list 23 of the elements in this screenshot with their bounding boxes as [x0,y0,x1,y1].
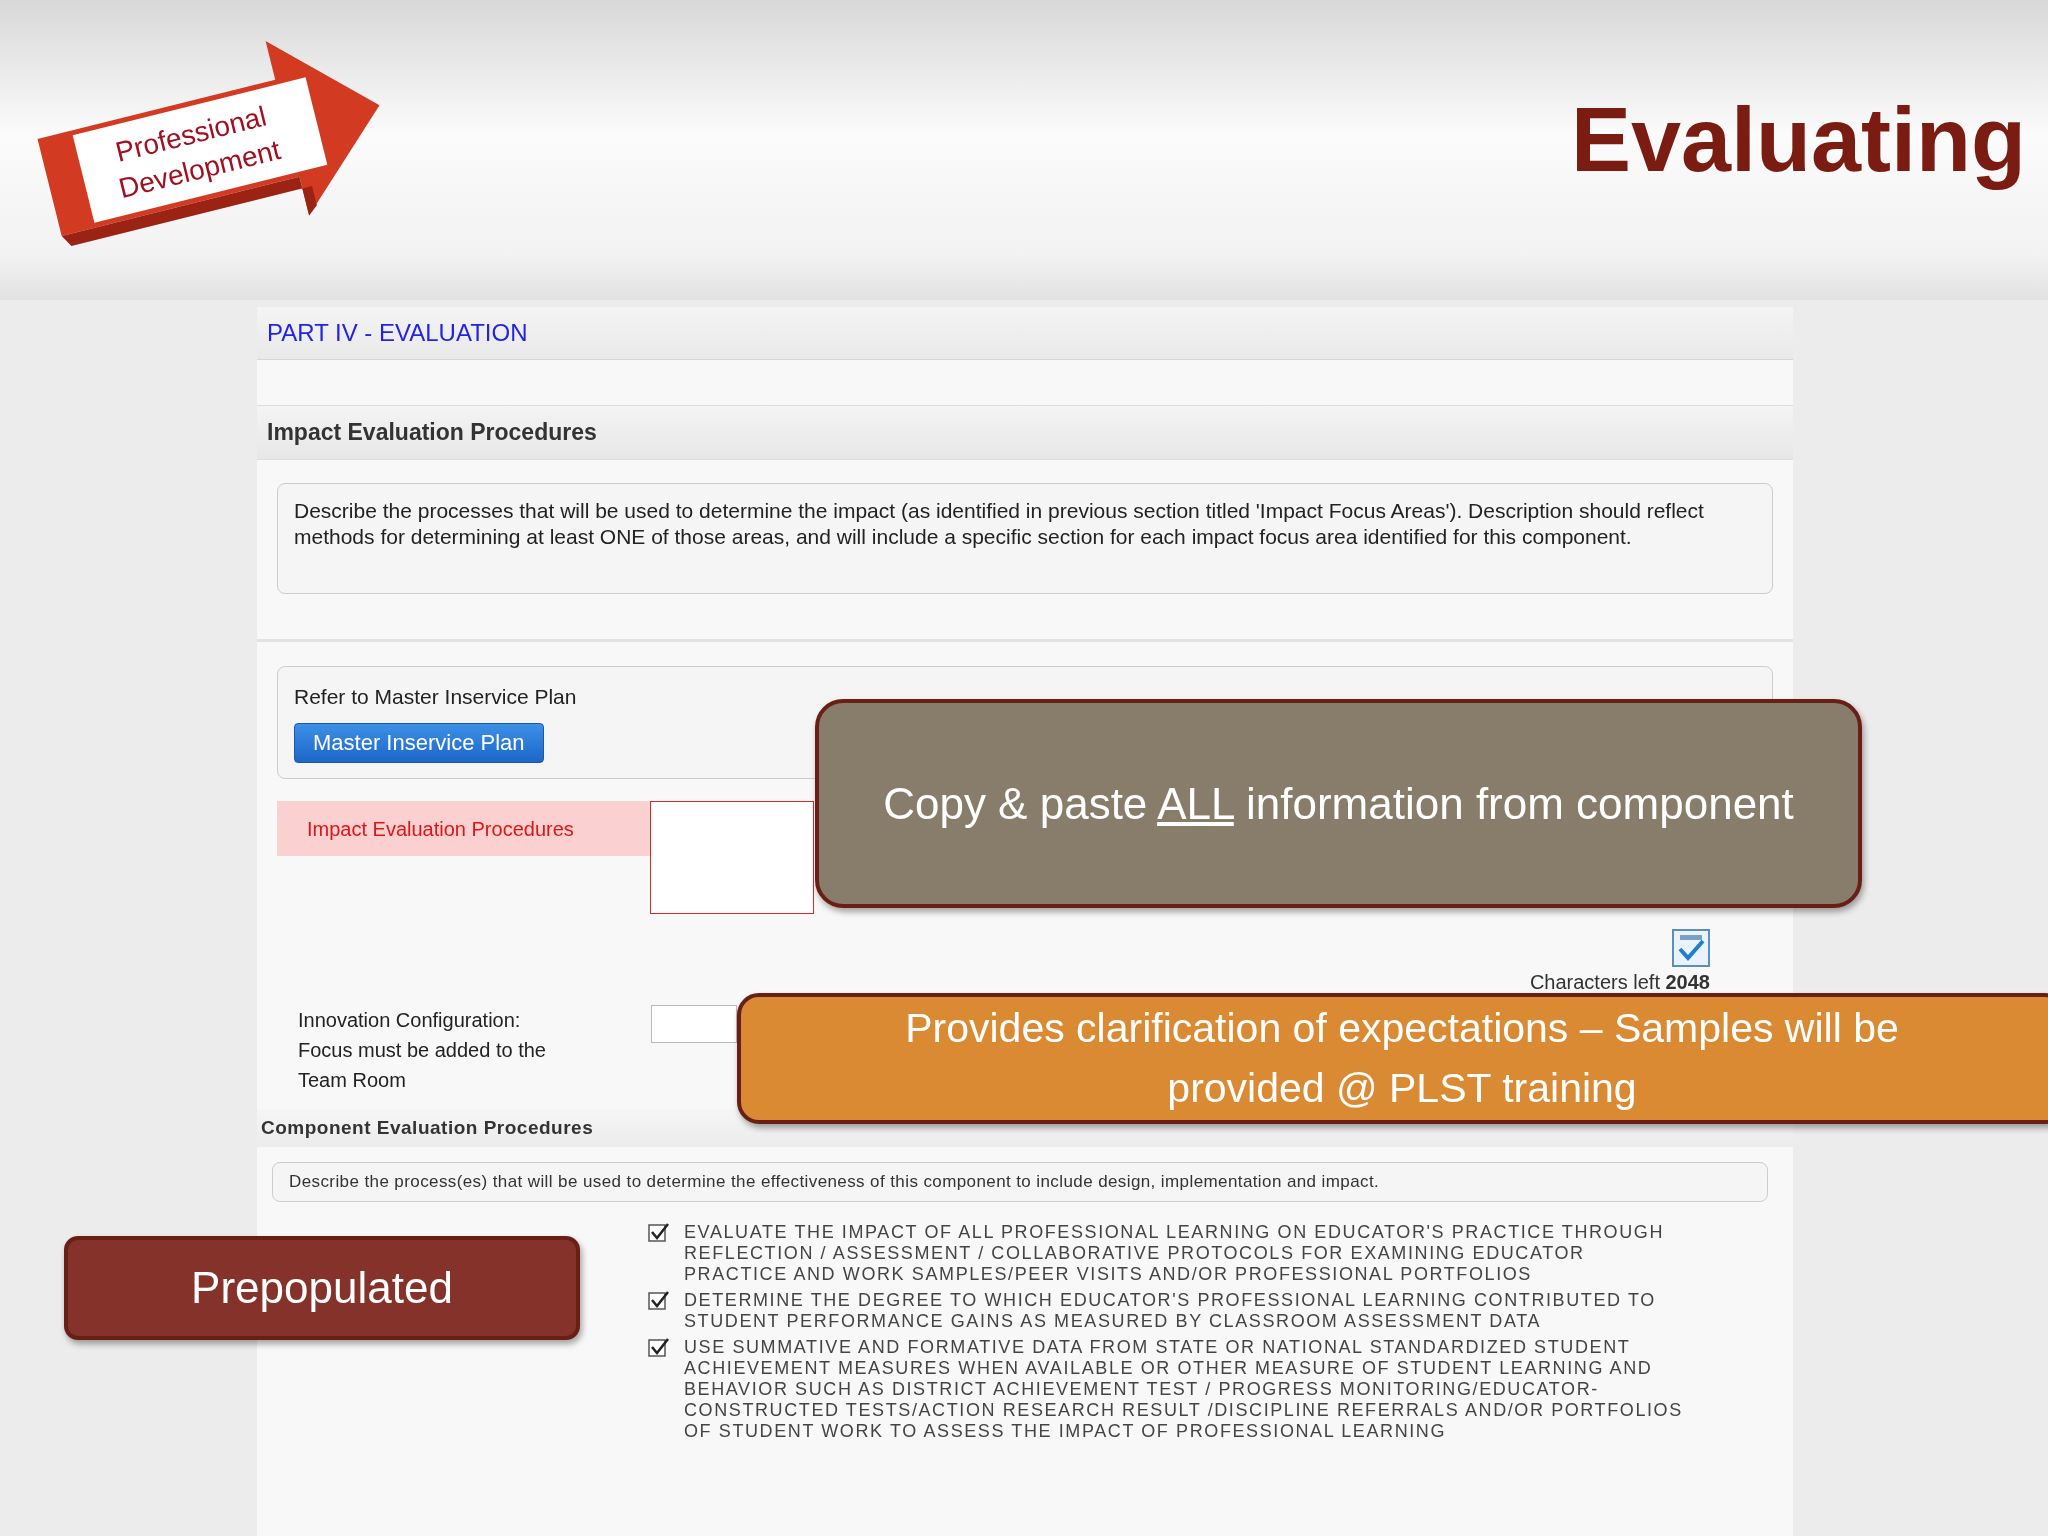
section-title: PART IV - EVALUATION [267,318,528,348]
section-heading: Impact Evaluation Procedures [267,418,597,448]
spellcheck-icon[interactable] [1672,929,1710,967]
checkbox[interactable] [648,1290,670,1310]
input-field[interactable] [651,1005,737,1043]
instructions-text: Describe the process(es) that will be used to determine the effectiveness of this component to include design, implementation and impact. [272,1162,1768,1202]
callout-tooltip: Provides clarification of expectations – Samples will be provided @ PLST training [737,993,2048,1124]
checkbox[interactable] [648,1222,670,1242]
callout-tooltip: Copy & paste ALL information from component [815,699,1862,908]
text-area[interactable] [650,801,814,914]
option-text: DETERMINE THE DEGREE TO WHICH EDUCATOR'S PROFESSIONAL LEARNING CONTRIBUTED TO STUDENT PERFORMANCE GAINS AS MEASURED BY CLASSROOM ASSESSMENT DATA [684,1290,1657,1332]
instructions-text: Describe the processes that will be used to determine the impact (as identified in previous section titled 'Impact Focus Areas'). Description should reflect methods for determining at least ONE of those areas, and will include a specific section for each impact focus area identified for this component. [277,483,1773,594]
slide-title: Evaluating [1570,95,2026,192]
checkbox[interactable] [648,1337,670,1357]
field-label: Refer to Master Inservice Plan [294,684,578,710]
section-heading: Component Evaluation Procedures [261,1115,594,1140]
field-label: Innovation Configuration: Focus must be added to the Team Room [298,1008,547,1093]
required-field-label: Impact Evaluation Procedures [277,801,650,856]
character-counter: Characters left 2048 [1529,970,1710,995]
option-text: USE SUMMATIVE AND FORMATIVE DATA FROM STATE OR NATIONAL STANDARDIZED STUDENT ACHIEVEMENT MEASURES WHEN AVAILABLE OR OTHER MEASURE OF STUDENT LEARNING AND BEHAVIOR SUCH AS DISTRICT ACHIEVEMENT TEST / PROGRESS MONITORING/EDUCATOR-CONSTRUCTED TESTS/ACTION RESEARCH RESULT /DISCIPLINE REFERRALS AND/OR PORTFOLIOS OF STUDENT WORK TO ASSESS THE IMPACT OF PROFESSIONAL LEARNING [684,1337,1684,1442]
option-text: EVALUATE THE IMPACT OF ALL PROFESSIONAL LEARNING ON EDUCATOR'S PRACTICE THROUGH REFLECTION / ASSESSMENT / COLLABORATIVE PROTOCOLS FOR EXAMINING EDUCATOR PRACTICE AND WORK SAMPLES/PEER VISITS AND/OR PROFESSIONAL PORTFOLIOS [684,1222,1665,1285]
callout-tooltip: Prepopulated [64,1236,580,1340]
master-plan-button[interactable]: Master Inservice Plan [294,722,544,763]
